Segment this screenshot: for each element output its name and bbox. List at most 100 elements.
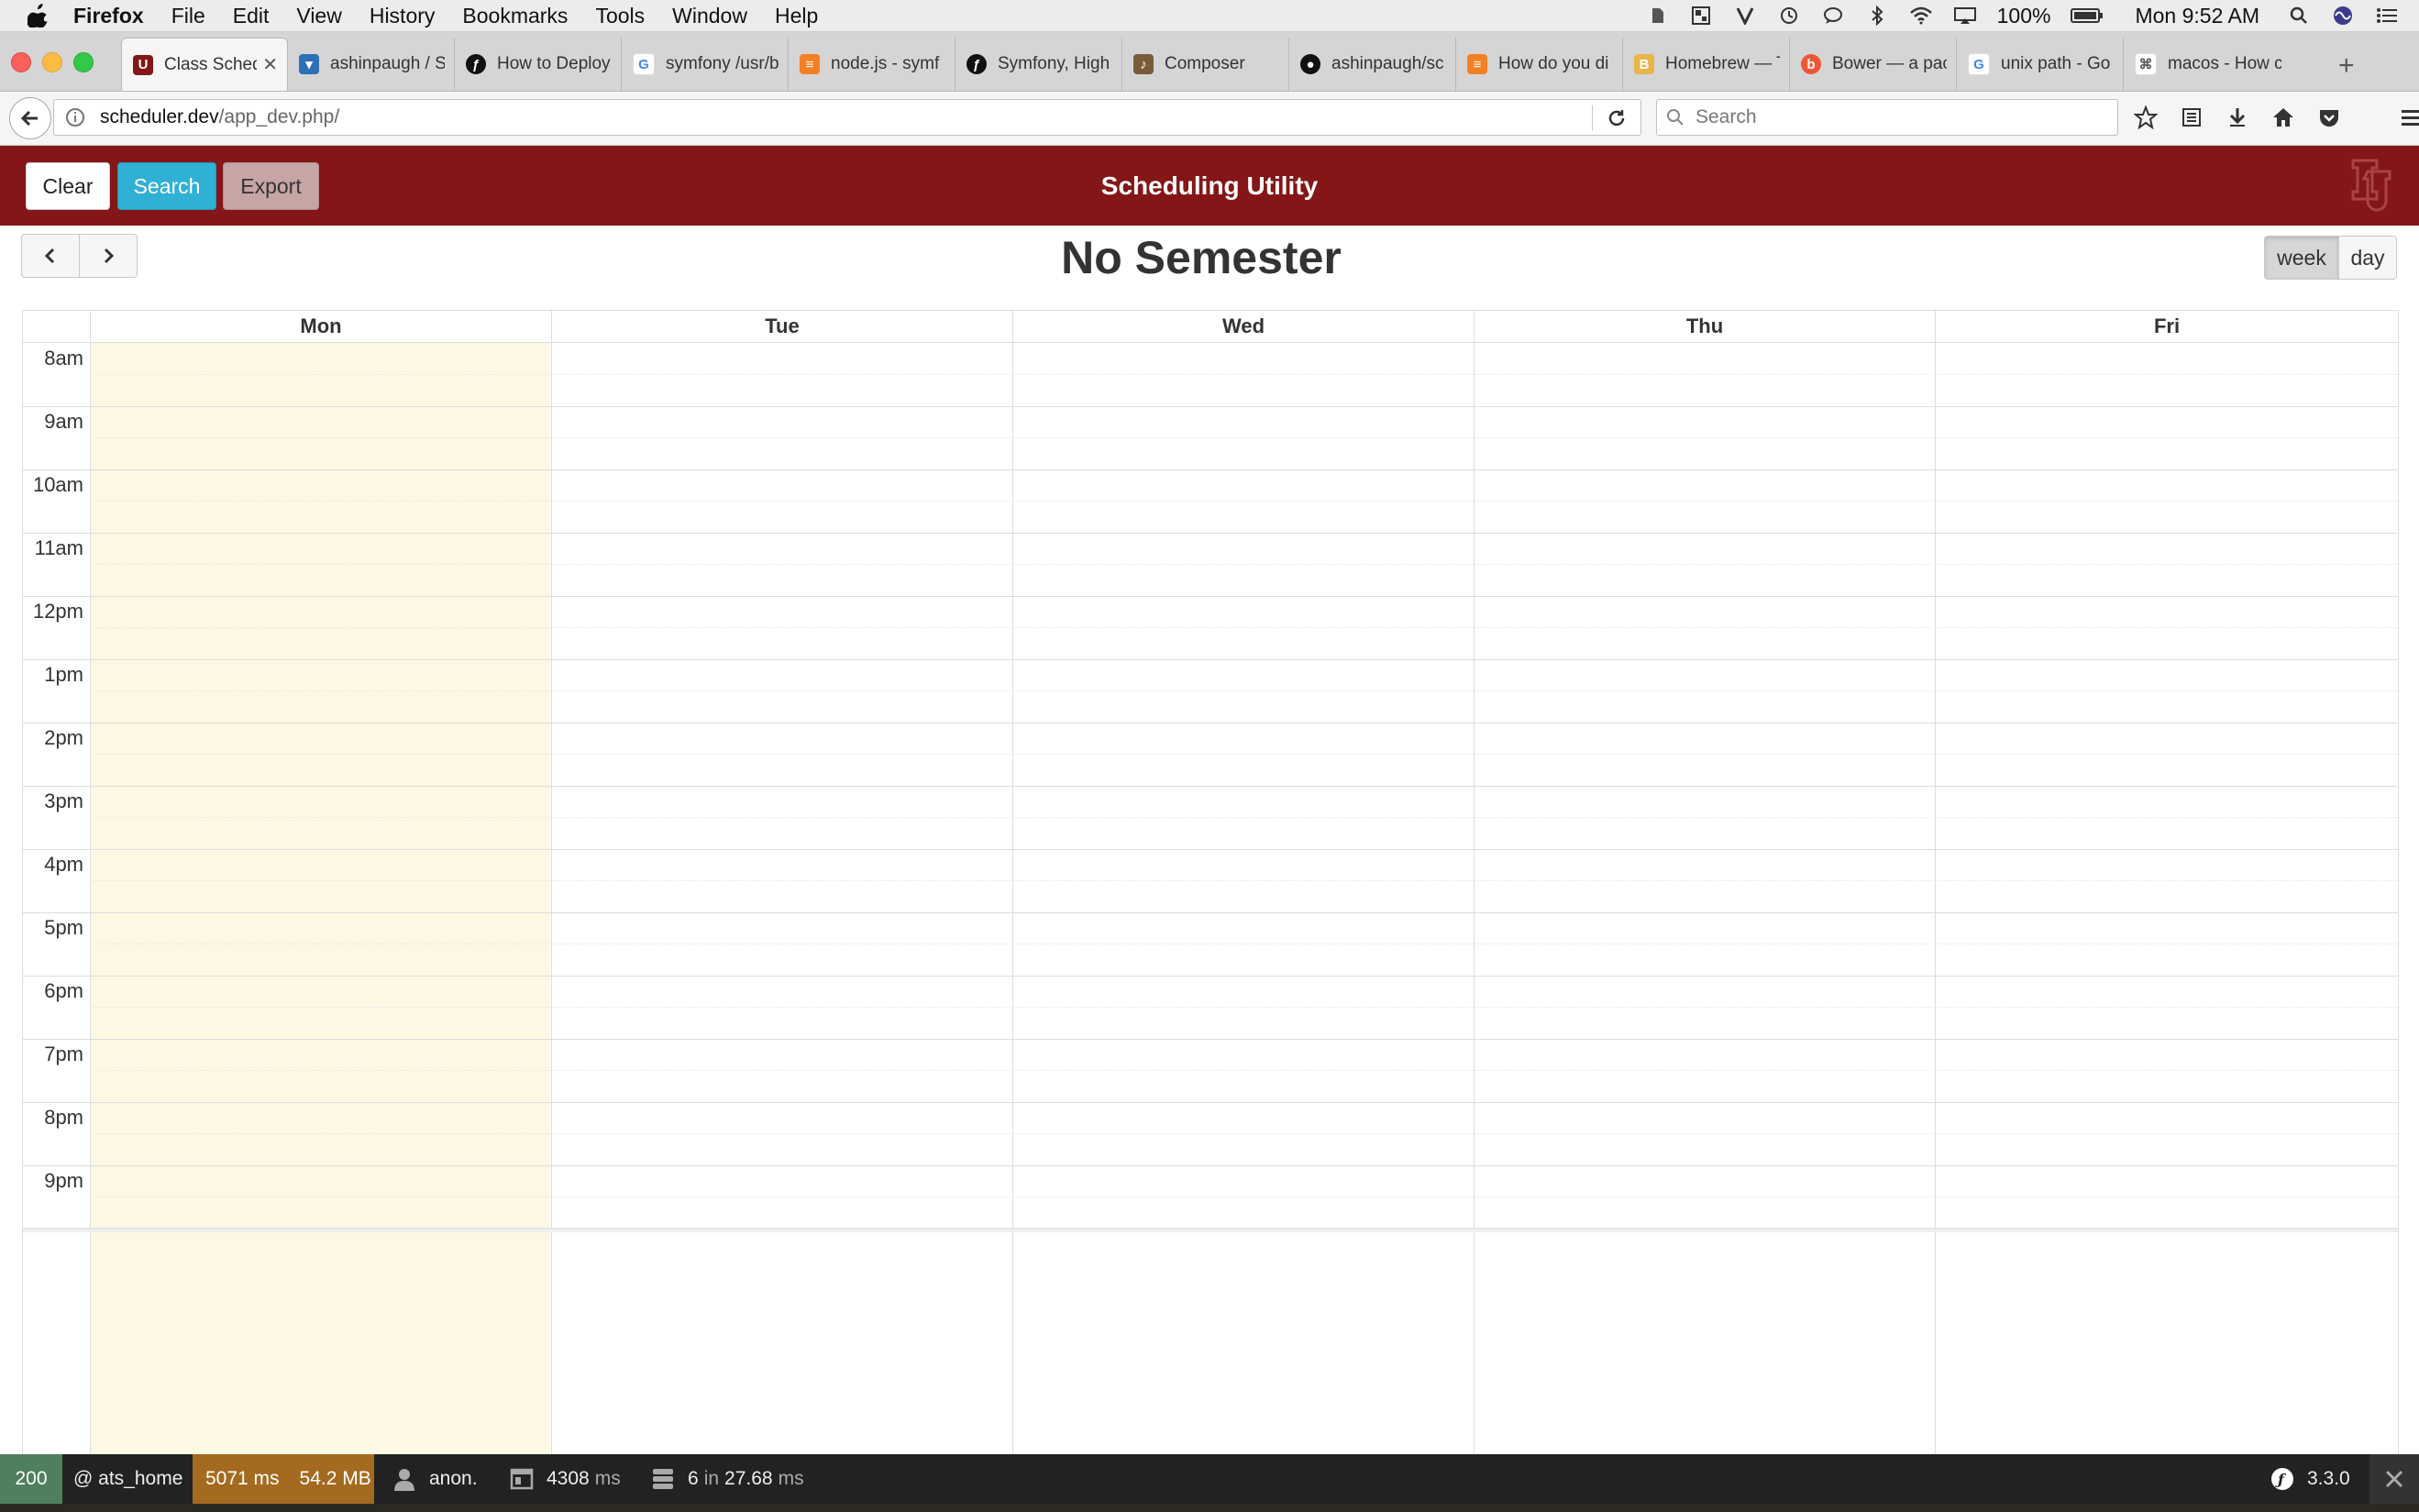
window-close-button[interactable] [11, 52, 31, 72]
tab-title: Symfony, High [998, 54, 1110, 73]
menu-view[interactable]: View [296, 4, 341, 28]
day-view-button[interactable]: day [2338, 236, 2397, 280]
hour-gridline [23, 406, 2398, 407]
app-header: Clear Search Export Scheduling Utility [0, 146, 2419, 226]
half-hour-gridline [90, 627, 2398, 628]
hour-gridline [23, 849, 2398, 850]
twig-panel[interactable]: 4308 ms [510, 1454, 621, 1504]
hour-gridline [23, 1102, 2398, 1103]
day-header: Fri [1935, 311, 2398, 342]
user-name: anon. [429, 1468, 478, 1489]
macos-menu-bar: Firefox File Edit View History Bookmarks… [0, 0, 2419, 32]
siri-icon[interactable] [2331, 6, 2355, 25]
close-tab-icon[interactable]: ✕ [262, 53, 278, 76]
time-label: 1pm [44, 663, 83, 686]
performance-panel[interactable]: 5071 ms 54.2 MB [193, 1454, 374, 1504]
hour-gridline [23, 912, 2398, 913]
status-code-badge[interactable]: 200 [0, 1454, 62, 1504]
half-hour-gridline [90, 564, 2398, 565]
browser-tab[interactable]: ≡ node.js - symf [789, 38, 955, 91]
symfony-version-panel[interactable]: ƒ 3.3.0 [2270, 1454, 2350, 1504]
menu-edit[interactable]: Edit [233, 4, 270, 28]
day-header: Thu [1474, 311, 1935, 342]
database-panel[interactable]: 6 in 27.68 ms [651, 1454, 804, 1504]
query-time: 27.68 [724, 1468, 773, 1489]
close-icon [2385, 1470, 2403, 1488]
day-header: Mon [90, 311, 551, 342]
window-minimize-button[interactable] [42, 52, 62, 72]
google-icon: G [1968, 53, 1990, 75]
spotlight-search-icon[interactable] [2287, 6, 2311, 25]
vim-v-icon[interactable] [1733, 6, 1757, 25]
menu-help[interactable]: Help [775, 4, 818, 28]
bookmarks-list-icon[interactable] [2179, 105, 2204, 130]
battery-icon[interactable] [2071, 6, 2104, 25]
browser-tab[interactable]: ♪ Composer [1122, 38, 1289, 91]
window-zoom-button[interactable] [73, 52, 94, 72]
route-name[interactable]: @ ats_home [73, 1454, 182, 1504]
messages-icon[interactable] [1821, 6, 1845, 25]
evernote-icon[interactable] [1645, 6, 1669, 25]
menu-tools[interactable]: Tools [595, 4, 645, 28]
url-bar[interactable]: scheduler.dev/app_dev.php/ [53, 99, 1641, 136]
browser-tab[interactable]: b Bower — a pac [1790, 38, 1957, 91]
url-host: scheduler.dev [100, 106, 219, 127]
new-tab-button[interactable]: + [2338, 50, 2355, 82]
menubar-clock[interactable]: Mon 9:52 AM [2135, 4, 2259, 28]
tab-title: macos - How c [2168, 54, 2281, 73]
notification-center-icon[interactable] [2375, 6, 2399, 25]
apple-icon[interactable] [28, 4, 50, 28]
time-label: 8am [44, 347, 83, 370]
security-panel[interactable]: anon. [392, 1454, 478, 1504]
bookmark-star-icon[interactable] [2133, 105, 2159, 130]
menu-history[interactable]: History [370, 4, 436, 28]
query-in: in [703, 1468, 720, 1489]
browser-tab[interactable]: ƒ How to Deploy [455, 38, 622, 91]
browser-tab[interactable]: ƒ Symfony, High [955, 38, 1122, 91]
close-toolbar-button[interactable] [2369, 1454, 2419, 1504]
tab-title: Composer [1165, 54, 1245, 73]
browser-tab[interactable]: ● ashinpaugh/sc [1289, 38, 1456, 91]
week-view-button[interactable]: week [2264, 236, 2339, 280]
time-label: 3pm [44, 789, 83, 812]
reload-icon[interactable] [1606, 107, 1628, 129]
downloads-icon[interactable] [2225, 105, 2250, 130]
site-info-icon[interactable] [65, 107, 85, 127]
back-button[interactable] [9, 97, 51, 139]
airplay-icon[interactable] [1953, 6, 1977, 25]
app-title: Scheduling Utility [1100, 171, 1319, 200]
menu-window[interactable]: Window [672, 4, 747, 28]
github-icon: ● [1300, 54, 1320, 74]
grid-app-icon[interactable] [1689, 6, 1713, 25]
menu-bookmarks[interactable]: Bookmarks [462, 4, 568, 28]
battery-percent: 100% [1996, 3, 2051, 28]
menu-app-firefox[interactable]: Firefox [73, 4, 144, 28]
time-label: 10am [32, 473, 83, 496]
browser-search-bar[interactable]: Search [1656, 99, 2118, 136]
half-hour-gridline [90, 1007, 2398, 1008]
browser-tab[interactable]: ≡ How do you di [1456, 38, 1623, 91]
browser-tab[interactable]: G symfony /usr/b [622, 38, 789, 91]
browser-tab[interactable]: U Class Sched ✕ [121, 38, 288, 91]
menu-file[interactable]: File [171, 4, 205, 28]
bluetooth-icon[interactable] [1865, 6, 1889, 26]
wifi-icon[interactable] [1909, 6, 1933, 25]
pocket-icon[interactable] [2316, 105, 2342, 130]
tab-title: Homebrew — T [1665, 54, 1780, 73]
browser-tab[interactable]: ▾ ashinpaugh / S [288, 38, 455, 91]
time-label: 2pm [44, 726, 83, 749]
time-machine-icon[interactable] [1777, 6, 1801, 25]
symfony-icon: ƒ [2271, 1468, 2293, 1490]
symfony-icon: ƒ [966, 54, 987, 74]
home-icon[interactable] [2270, 105, 2296, 130]
database-icon [653, 1469, 673, 1489]
apple-se-icon: ⌘ [2135, 53, 2157, 75]
browser-tab[interactable]: B Homebrew — T [1623, 38, 1790, 91]
desktop-background [0, 1504, 2419, 1512]
hamburger-menu-icon[interactable] [2399, 105, 2419, 130]
bower-icon: b [1801, 54, 1821, 74]
browser-tab[interactable]: G unix path - Go [1957, 38, 2124, 91]
browser-tab[interactable]: ⌘ macos - How c [2124, 38, 2291, 91]
symfony-debug-toolbar: 200 @ ats_home 5071 ms 54.2 MB anon. 430… [0, 1454, 2419, 1504]
time-label: 7pm [44, 1043, 83, 1065]
